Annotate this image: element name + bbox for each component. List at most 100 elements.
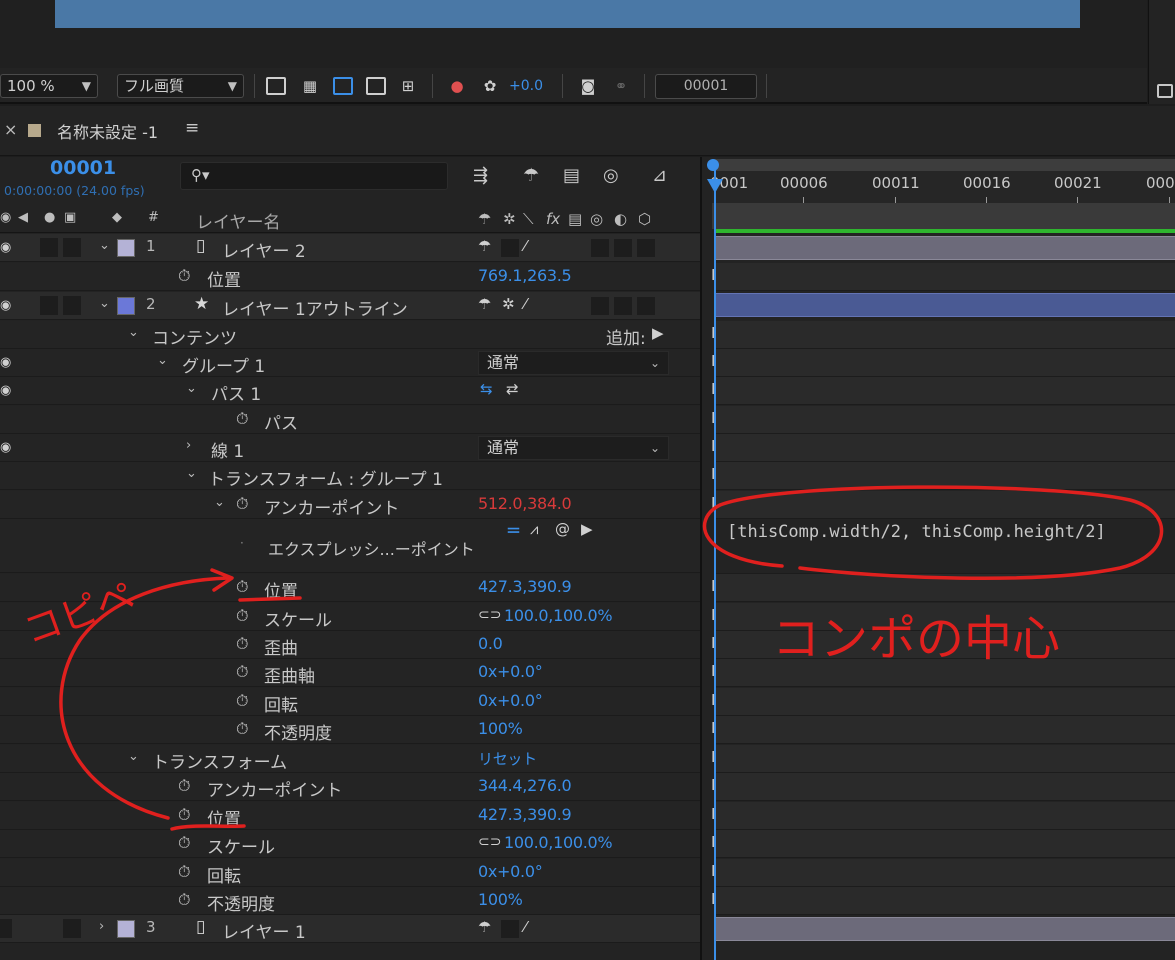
switch-box[interactable] (591, 239, 609, 257)
eye-icon[interactable]: ◉ (0, 383, 16, 398)
property-value[interactable]: 427.3,390.9 (478, 577, 572, 596)
expression-enable-icon[interactable]: ＝ (506, 520, 521, 541)
layer-duration-bar[interactable] (714, 236, 1175, 260)
stopwatch-icon[interactable]: ⏱ (178, 805, 190, 825)
chevron-down-icon[interactable]: ⌄ (186, 381, 197, 396)
eye-icon[interactable]: ◉ (0, 440, 16, 455)
stopwatch-icon[interactable]: ⏱ (178, 890, 190, 910)
chevron-down-icon[interactable]: ⌄ (99, 296, 110, 311)
current-time[interactable]: 00001 (50, 157, 116, 179)
property-row-position[interactable]: ⏱ 位置 427.3,390.9 (0, 574, 700, 602)
layer-name[interactable]: レイヤー 2 (222, 237, 306, 262)
timeline-graph[interactable]: 0001 00006 00011 00016 00021 0002 I I I … (700, 157, 1175, 960)
reset-exposure-icon[interactable]: ✿ (479, 76, 501, 96)
quality-switch-icon[interactable]: ⁄ (524, 918, 527, 936)
label-color-swatch[interactable] (117, 297, 135, 315)
property-value[interactable]: 0x+0.0° (478, 662, 543, 681)
layer-name[interactable]: レイヤー 1アウトライン (222, 295, 408, 320)
property-row-anchor-point[interactable]: ⌄ ⏱ アンカーポイント 512.0,384.0 (0, 491, 700, 519)
grid-guides-icon[interactable]: ⊞ (397, 76, 419, 96)
chevron-down-icon[interactable]: ⌄ (157, 353, 168, 368)
lock-toggle[interactable] (63, 919, 81, 938)
stopwatch-icon[interactable]: ⏱ (178, 266, 190, 286)
property-row-position[interactable]: ⏱ 位置 769.1,263.5 (0, 263, 700, 291)
layer-duration-bar[interactable] (714, 917, 1175, 941)
layer-row[interactable]: ◉ ⌄ 2 ★ レイヤー 1アウトライン ☂ ✲ ⁄ (0, 292, 700, 320)
path-direction-reverse-icon[interactable]: ⇄ (506, 380, 519, 398)
switch-box[interactable] (637, 297, 655, 315)
property-value[interactable]: 0.0 (478, 634, 503, 653)
blend-mode-select[interactable]: 通常 ⌄ (478, 351, 669, 375)
property-value[interactable]: 100.0,100.0% (504, 606, 613, 625)
zoom-select[interactable]: 100 % ▼ (0, 74, 98, 98)
stopwatch-icon[interactable]: ⏱ (236, 409, 248, 429)
property-row-scale[interactable]: ⏱ スケール ⊂⊃ 100.0,100.0% (0, 603, 700, 631)
property-row-opacity[interactable]: ⏱ 不透明度 100% (0, 887, 700, 915)
property-value[interactable]: 100% (478, 890, 523, 909)
property-row-skew-axis[interactable]: ⏱ 歪曲軸 0x+0.0° (0, 659, 700, 687)
stopwatch-icon[interactable]: ⏱ (236, 691, 248, 711)
property-group-contents[interactable]: ⌄ コンテンツ 追加: ▶ (0, 321, 700, 349)
composition-canvas[interactable] (55, 0, 1080, 28)
blend-mode-select[interactable]: 通常 ⌄ (478, 436, 669, 460)
property-group-stroke1[interactable]: ◉ › 線 1 通常 ⌄ (0, 434, 700, 462)
property-value[interactable]: 100.0,100.0% (504, 833, 613, 852)
property-row-rotation[interactable]: ⏱ 回転 0x+0.0° (0, 688, 700, 716)
switch-box[interactable] (614, 297, 632, 315)
property-value[interactable]: 427.3,390.9 (478, 805, 572, 824)
shy-switch-icon[interactable]: ☂ (478, 295, 491, 313)
eye-icon[interactable]: ◉ (0, 298, 16, 313)
playhead-handle[interactable] (707, 159, 719, 171)
solo-toggle[interactable] (40, 296, 58, 315)
collapse-switch[interactable] (501, 239, 519, 257)
stopwatch-icon[interactable]: ⏱ (178, 862, 190, 882)
stopwatch-icon[interactable]: ⏱ (236, 662, 248, 682)
solo-toggle[interactable] (40, 238, 58, 257)
property-value[interactable]: 100% (478, 719, 523, 738)
fast-preview-icon[interactable] (266, 77, 286, 95)
layer-duration-bar[interactable] (714, 293, 1175, 317)
shy-switch-icon[interactable]: ☂ (478, 918, 491, 936)
work-area-bar[interactable] (712, 203, 1175, 229)
shy-layers-icon[interactable]: ☂ (523, 165, 539, 186)
motion-blur-icon[interactable]: ◎ (603, 165, 619, 186)
current-frame-field[interactable]: 00001 (655, 74, 757, 99)
property-value[interactable]: 0x+0.0° (478, 691, 543, 710)
visibility-toggle[interactable] (0, 919, 12, 938)
label-color-swatch[interactable] (117, 239, 135, 257)
switch-box[interactable] (591, 297, 609, 315)
resolution-select[interactable]: フル画質 ▼ (117, 74, 244, 98)
property-row-opacity[interactable]: ⏱ 不透明度 100% (0, 716, 700, 744)
property-value[interactable]: 769.1,263.5 (478, 266, 572, 285)
lock-toggle[interactable] (63, 238, 81, 257)
expression-text[interactable]: [thisComp.width/2, thisComp.height/2] (727, 522, 1106, 542)
layer-row[interactable]: › 3 ▯ レイヤー 1 ☂ ⁄ (0, 915, 700, 943)
stopwatch-icon[interactable]: ⏱ (178, 833, 190, 853)
property-group-transform-group1[interactable]: ⌄ トランスフォーム : グループ 1 (0, 462, 700, 490)
collapse-switch-icon[interactable]: ✲ (502, 295, 515, 313)
chevron-down-icon[interactable]: ⌄ (186, 466, 197, 481)
channel-icon[interactable]: ● (446, 76, 468, 96)
composition-mini-flowchart-icon[interactable]: ⇶ (473, 165, 488, 186)
stopwatch-icon[interactable]: ⏱ (178, 776, 190, 796)
exposure-value[interactable]: +0.0 (509, 74, 543, 98)
shy-switch-icon[interactable]: ☂ (478, 237, 491, 255)
tab-composition[interactable]: 名称未設定 -1 (57, 119, 158, 143)
switch-box[interactable] (637, 239, 655, 257)
transparency-grid-icon[interactable]: ▦ (299, 76, 321, 96)
composition-viewer[interactable] (0, 0, 1147, 68)
switch-box[interactable] (614, 239, 632, 257)
playhead-marker[interactable] (707, 179, 723, 193)
property-value-expression[interactable]: 512.0,384.0 (478, 494, 572, 513)
expression-graph-icon[interactable]: ⩘ (530, 520, 538, 538)
property-row-scale[interactable]: ⏱ スケール ⊂⊃ 100.0,100.0% (0, 830, 700, 858)
layer-row[interactable]: ◉ ⌄ 1 ▯ レイヤー 2 ☂ ⁄ (0, 234, 700, 262)
chevron-right-icon[interactable]: › (99, 919, 104, 934)
add-label[interactable]: 追加: (606, 324, 646, 349)
stopwatch-icon[interactable]: ⏱ (236, 606, 248, 626)
collapse-switch[interactable] (501, 920, 519, 938)
expression-pickwhip-icon[interactable]: @ (555, 520, 570, 538)
graph-editor-icon[interactable]: ⊿ (652, 165, 667, 186)
property-row-rotation[interactable]: ⏱ 回転 0x+0.0° (0, 859, 700, 887)
current-time-indicator[interactable] (714, 167, 716, 960)
